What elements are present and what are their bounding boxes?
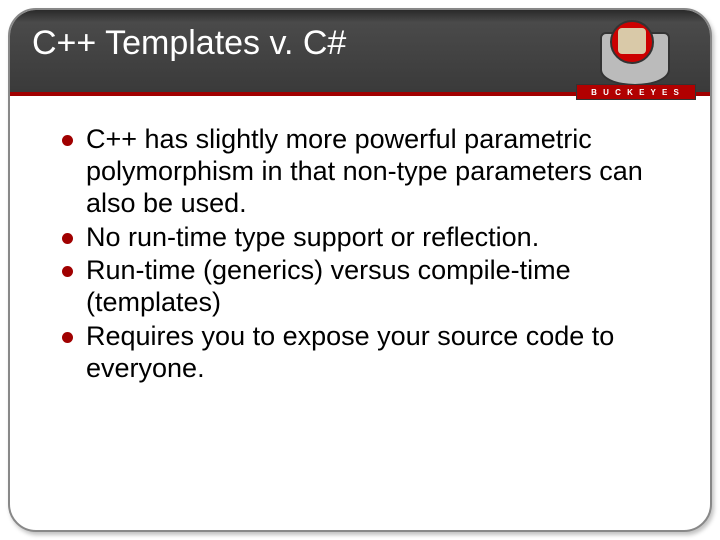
logo-badge-text: B U C K E Y E S — [591, 88, 681, 97]
bullet-item: Requires you to expose your source code … — [62, 321, 670, 385]
bullet-item: Run-time (generics) versus compile-time … — [62, 255, 670, 319]
bullet-item: No run-time type support or reflection. — [62, 222, 670, 254]
logo-badge: B U C K E Y E S — [576, 84, 696, 100]
slide-title: C++ Templates v. C# — [32, 24, 688, 63]
bullet-item: C++ has slightly more powerful parametri… — [62, 124, 670, 220]
slide-frame: C++ Templates v. C# B U C K E Y E S C++ … — [8, 8, 712, 532]
slide-content: C++ has slightly more powerful parametri… — [10, 96, 710, 385]
bullet-list: C++ has slightly more powerful parametri… — [62, 124, 670, 385]
